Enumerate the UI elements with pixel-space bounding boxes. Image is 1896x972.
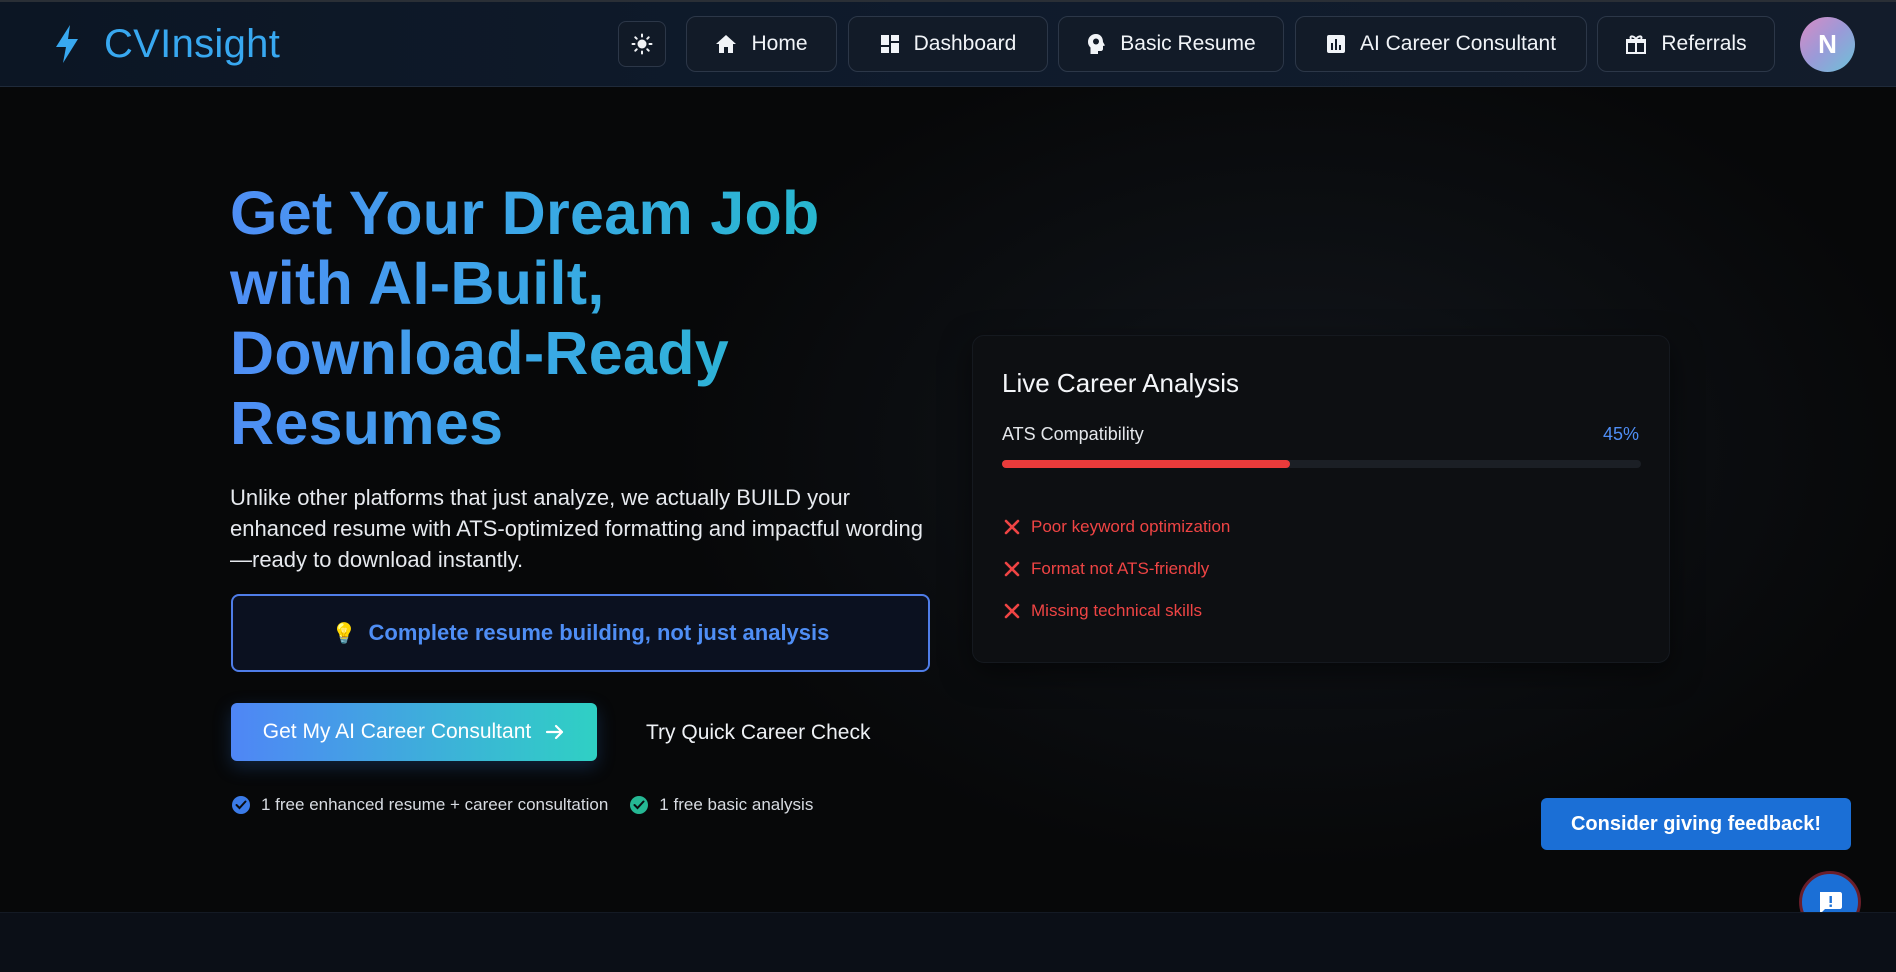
avatar-initial: N: [1818, 29, 1837, 59]
nav-referrals[interactable]: Referrals: [1597, 16, 1775, 72]
arrow-right-icon: [545, 723, 565, 741]
issue-item: Poor keyword optimization: [1002, 506, 1230, 548]
ats-progress-track: [1002, 460, 1641, 468]
hero-subtext: Unlike other platforms that just analyze…: [230, 485, 923, 572]
get-ai-career-consultant-button[interactable]: Get My AI Career Consultant: [231, 703, 597, 761]
head-bulb-icon: [1086, 33, 1106, 55]
nav-basic-resume[interactable]: Basic Resume: [1058, 16, 1284, 72]
nav-home-label: Home: [751, 32, 808, 55]
check-circle-icon: [232, 796, 250, 814]
free-offer-item: 1 free basic analysis: [630, 795, 813, 815]
x-mark-icon: [1002, 603, 1022, 619]
x-mark-icon: [1002, 519, 1022, 535]
ats-compatibility-value: 45%: [1602, 424, 1639, 444]
issue-label: Format not ATS-friendly: [1031, 559, 1210, 578]
nav-dashboard-label: Dashboard: [913, 32, 1017, 55]
free-offer-list: 1 free enhanced resume + career consulta…: [232, 793, 813, 817]
nav-home[interactable]: Home: [686, 16, 837, 72]
check-circle-icon: [630, 796, 649, 814]
secondary-label: Try Quick Career Check: [646, 721, 871, 744]
hero-headline: Get Your Dream Job with AI-Built, Downlo…: [230, 178, 910, 458]
try-quick-career-check-button[interactable]: Try Quick Career Check: [646, 716, 870, 750]
top-navbar: CVInsight Home Dashboard Basic Resume AI…: [0, 0, 1896, 87]
nav-dashboard[interactable]: Dashboard: [848, 16, 1048, 72]
hero-highlight-banner: 💡 Complete resume building, not just ana…: [231, 594, 930, 672]
dashboard-icon: [880, 34, 900, 54]
x-mark-icon: [1002, 561, 1022, 577]
page: CVInsight Home Dashboard Basic Resume AI…: [0, 0, 1896, 972]
nav-referrals-label: Referrals: [1661, 32, 1747, 55]
bar-chart-icon: [1326, 34, 1346, 54]
free-offer-label: 1 free enhanced resume + career consulta…: [261, 795, 609, 814]
home-icon: [715, 34, 737, 54]
brand-name: CVInsight: [104, 21, 281, 66]
hero-highlight-text: Complete resume building, not just analy…: [368, 620, 830, 645]
lightning-icon: [56, 25, 78, 63]
user-avatar[interactable]: N: [1800, 17, 1855, 72]
issue-item: Format not ATS-friendly: [1002, 548, 1230, 590]
feedback-prompt-button[interactable]: Consider giving feedback!: [1541, 798, 1851, 850]
theme-toggle-button[interactable]: [618, 21, 666, 67]
issue-list: Poor keyword optimization Format not ATS…: [1002, 506, 1230, 632]
free-offer-item: 1 free enhanced resume + career consulta…: [232, 795, 608, 815]
sun-icon: [631, 33, 653, 55]
nav-basic-resume-label: Basic Resume: [1120, 32, 1256, 55]
brand-logo[interactable]: CVInsight: [52, 22, 280, 66]
issue-item: Missing technical skills: [1002, 590, 1230, 632]
nav-ai-career-consultant[interactable]: AI Career Consultant: [1295, 16, 1587, 72]
footer-section: [0, 912, 1896, 972]
live-career-analysis-card: Live Career Analysis ATS Compatibility 4…: [972, 335, 1670, 663]
ats-compatibility-label: ATS Compatibility: [1002, 424, 1144, 444]
free-offer-label: 1 free basic analysis: [659, 795, 814, 814]
issue-label: Missing technical skills: [1031, 601, 1202, 620]
nav-ai-career-consultant-label: AI Career Consultant: [1359, 32, 1557, 55]
issue-label: Poor keyword optimization: [1031, 517, 1231, 536]
gift-icon: [1625, 34, 1647, 54]
cta-label: Get My AI Career Consultant: [262, 720, 532, 743]
ats-progress-fill: [1002, 460, 1290, 468]
lightbulb-icon: 💡: [331, 622, 357, 645]
top-border: [0, 0, 1896, 2]
feedback-label: Consider giving feedback!: [1570, 812, 1822, 835]
card-title: Live Career Analysis: [1002, 368, 1239, 398]
